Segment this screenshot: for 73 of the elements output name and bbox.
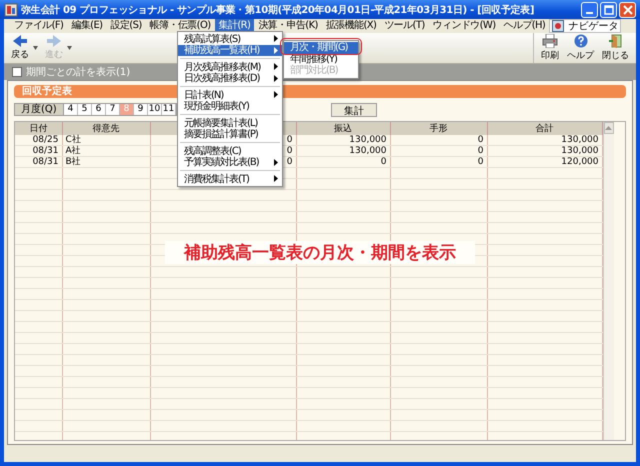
menu-item[interactable]: 残高試算表(S)	[178, 33, 282, 44]
menu-item[interactable]: 消費税集計表(T)	[178, 173, 282, 184]
close-button[interactable]	[619, 2, 636, 18]
checkbox-label: 期間ごとの計を表示(1)	[26, 66, 130, 79]
submenu-arrow-icon	[274, 158, 278, 166]
maximize-icon	[604, 4, 614, 14]
table-cell: 0	[390, 146, 487, 156]
menu-item[interactable]: 残高調整表(C)	[178, 145, 282, 156]
menu-item[interactable]: 元帳摘要集計表(L)	[178, 117, 282, 128]
left-arrow-icon	[12, 35, 28, 47]
menu-item[interactable]: 編集(E)	[67, 19, 106, 33]
menu-item[interactable]: 日計表(N)	[178, 89, 282, 100]
maximize-button[interactable]	[600, 2, 617, 18]
print-button[interactable]: 印刷	[538, 34, 562, 62]
printer-icon	[542, 34, 558, 48]
caption: 補助残高一覧表の月次・期間を表示	[165, 241, 475, 264]
menu-item[interactable]: 設定(S)	[106, 19, 146, 33]
table-cell: 120,000	[487, 156, 602, 168]
submenu-arrow-icon	[274, 175, 278, 182]
aggregate-button[interactable]: 集計	[331, 102, 377, 116]
right-arrow-icon	[46, 35, 62, 47]
menu-item[interactable]: ツール(T)	[380, 19, 429, 33]
navigator-icon	[552, 20, 564, 32]
month-tab[interactable]: 10	[148, 104, 162, 115]
menu-item[interactable]: 拡張機能(X)	[322, 19, 380, 33]
menu-item[interactable]: 決算・申告(K)	[254, 19, 322, 33]
table-cell: 130,000	[296, 146, 390, 156]
app-icon	[4, 2, 18, 16]
menu-item[interactable]: ファイル(F)	[10, 19, 68, 33]
close-icon	[622, 4, 632, 14]
caret-icon[interactable]	[33, 46, 38, 50]
navigator-button[interactable]: ナビゲータ	[549, 19, 622, 33]
minimize-button[interactable]	[581, 2, 598, 18]
checkbox[interactable]	[12, 67, 22, 77]
column-header: 日付	[15, 122, 62, 135]
table-cell: 08/25	[15, 135, 62, 146]
menu-item[interactable]: 予算実績対比表(B)	[178, 156, 282, 168]
caret-icon[interactable]	[67, 46, 72, 50]
menu-item[interactable]: ヘルプ(H)	[500, 19, 550, 33]
month-tab[interactable]: 11	[162, 104, 176, 115]
window-title: 弥生会計 09 プロフェッショナル - サンプル事業・第10期(平成20年04月01日-平成21年03月31日) - [回収予定表]	[21, 3, 536, 16]
table-cell: 0	[390, 135, 487, 146]
back-button[interactable]: 戻る	[8, 35, 32, 61]
table-cell: C社	[62, 135, 150, 146]
table-cell: 08/31	[15, 146, 62, 156]
help-button[interactable]: ヘルプ	[564, 34, 597, 62]
menu-item[interactable]: 月次・期間(G)	[284, 42, 358, 54]
column-header: 得意先	[62, 122, 150, 135]
menu-item[interactable]: 月次残高推移表(M)	[178, 61, 282, 72]
close-button[interactable]: 閉じる	[599, 34, 632, 62]
menu-item[interactable]: 補助残高一覧表(H)	[178, 44, 282, 56]
submenu-arrow-icon	[274, 91, 278, 98]
table-cell: 130,000	[487, 146, 602, 156]
up-arrow-icon	[605, 126, 612, 130]
column-header: 手形	[390, 122, 487, 135]
table-cell: 0	[390, 156, 487, 168]
menu-item[interactable]: 日次残高推移表(D)	[178, 72, 282, 84]
table-cell: 130,000	[487, 135, 602, 146]
column-header: 振込	[296, 122, 390, 135]
menu-item[interactable]: 現預金明細表(Y)	[178, 100, 282, 112]
scrollbar[interactable]	[602, 122, 614, 440]
table-cell: A社	[62, 146, 150, 156]
help-icon	[574, 34, 588, 48]
menu-item[interactable]: 帳簿・伝票(O)	[146, 19, 215, 33]
minimize-icon	[586, 12, 593, 14]
table-cell: 0	[296, 156, 390, 168]
door-icon	[608, 34, 622, 48]
table-cell: B社	[62, 156, 150, 168]
table-cell: 130,000	[296, 135, 390, 146]
month-label: 月度(Q)	[15, 104, 64, 115]
table-cell: 08/31	[15, 156, 62, 168]
menu-item[interactable]: ウィンドウ(W)	[428, 19, 500, 33]
column-header: 合計	[487, 122, 602, 135]
